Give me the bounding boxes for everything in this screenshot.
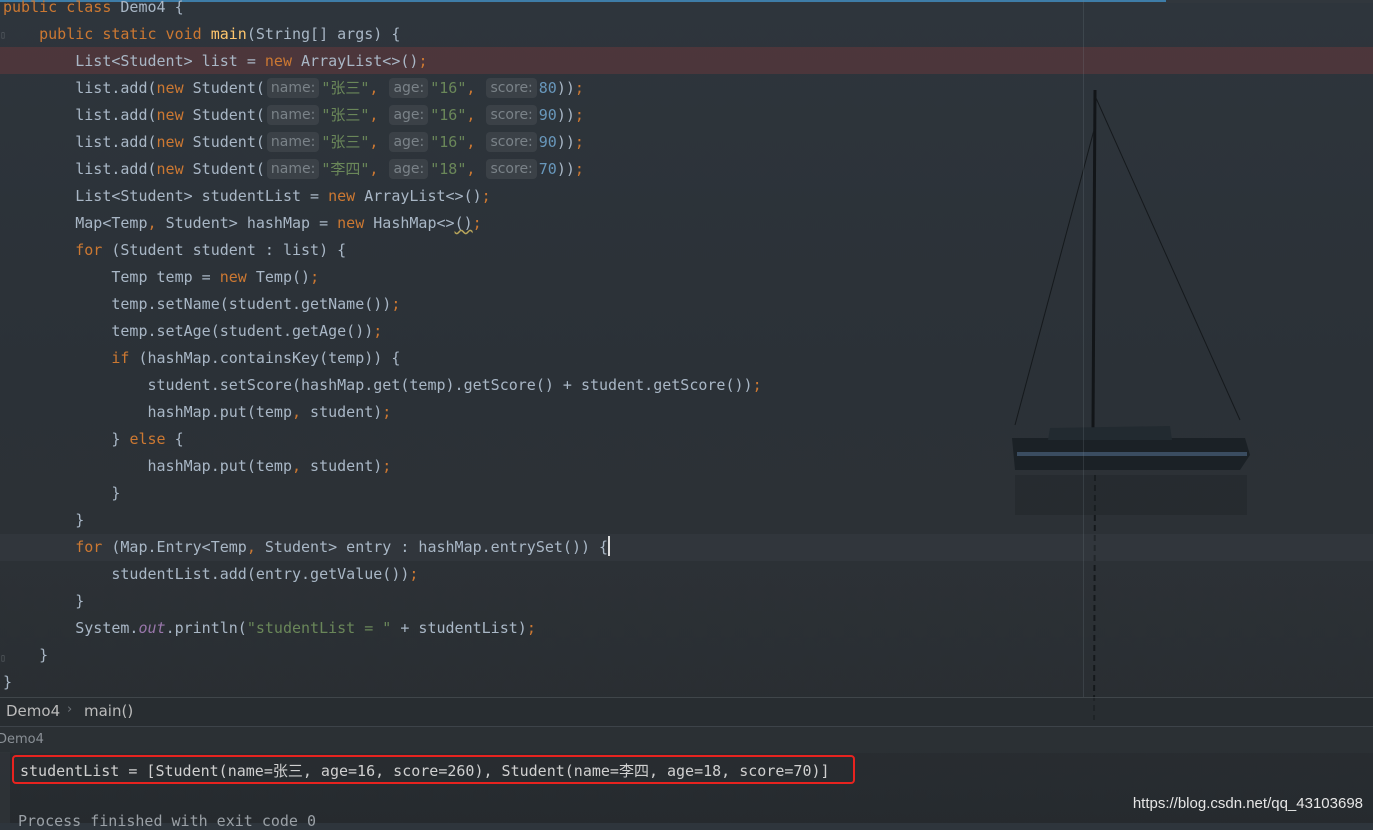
code-line: studentList.add(entry.getValue());	[3, 565, 419, 583]
code-line: for (Map.Entry<Temp, Student> entry : ha…	[75, 536, 611, 556]
watermark: https://blog.csdn.net/qq_43103698	[1132, 795, 1363, 812]
code-line: for (Student student : list) {	[75, 241, 347, 259]
console-gutter	[0, 752, 10, 823]
code-line: }	[3, 511, 85, 529]
param-hint-age: age:	[389, 132, 429, 152]
param-hint-score: score:	[486, 78, 537, 98]
param-hint-name: name:	[266, 132, 320, 152]
code-line: Temp temp = new Temp();	[3, 268, 320, 286]
code-line: List<Student> studentList = new ArrayLis…	[3, 187, 491, 205]
code-line: list.add(new Student(name: "张三", age: "16"…	[3, 105, 584, 125]
code-line: if (hashMap.containsKey(temp)) {	[111, 349, 401, 367]
param-hint-name: name:	[266, 105, 320, 125]
param-hint-age: age:	[389, 78, 429, 98]
breadcrumb-method[interactable]: main()	[84, 702, 133, 720]
code-line: }	[3, 592, 85, 610]
code-line: student.setScore(hashMap.get(temp).getSc…	[3, 376, 762, 394]
code-line: }	[3, 484, 121, 502]
code-line: Map<Temp, Student> hashMap = new HashMap…	[3, 214, 482, 232]
code-line: } else {	[3, 430, 184, 448]
console-output-line: studentList = [Student(name=张三, age=16, …	[20, 762, 830, 780]
code-line: public static void main(String[] args) {	[39, 25, 401, 43]
code-line: }	[3, 673, 13, 691]
param-hint-score: score:	[486, 105, 537, 125]
param-hint-score: score:	[486, 132, 537, 152]
breadcrumb-class[interactable]: Demo4	[6, 702, 60, 720]
code-line: }	[3, 646, 49, 664]
chevron-right-icon: ›	[67, 702, 73, 717]
param-hint-age: age:	[389, 159, 429, 179]
code-line: hashMap.put(temp, student);	[3, 403, 392, 421]
param-hint-name: name:	[266, 78, 320, 98]
code-line: list.add(new Student(name: "李四", age: "18"…	[3, 159, 584, 179]
highlight-box: studentList = [Student(name=张三, age=16, …	[12, 755, 855, 784]
code-line: list.add(new Student(name: "张三", age: "16"…	[3, 132, 584, 152]
text-caret	[608, 536, 611, 556]
code-line: temp.setAge(student.getAge());	[3, 322, 383, 340]
console-output[interactable]: studentList = [Student(name=张三, age=16, …	[0, 752, 1373, 830]
breadcrumb: Demo4 › main()	[0, 697, 1373, 726]
code-line: public class Demo4 {	[3, 0, 184, 16]
right-margin-guide	[1083, 0, 1084, 697]
code-text[interactable]: public class Demo4 { public static void …	[3, 0, 762, 696]
code-line: temp.setName(student.getName());	[3, 295, 401, 313]
code-line: System.out.println("studentList = " + st…	[3, 619, 536, 637]
param-hint-age: age:	[389, 105, 429, 125]
param-hint-score: score:	[486, 159, 537, 179]
code-line: list.add(new Student(name: "张三", age: "16"…	[3, 78, 584, 98]
console-exit-line: Process finished with exit code 0	[18, 812, 317, 830]
run-tab-label[interactable]: Demo4	[0, 732, 44, 747]
code-line: List<Student> list = new ArrayList<>();	[3, 52, 428, 70]
run-panel-header: Demo4	[0, 726, 1373, 753]
code-editor[interactable]: ▯ ▯ public class Demo4 { public static v…	[0, 0, 1373, 697]
code-line: hashMap.put(temp, student);	[3, 457, 392, 475]
param-hint-name: name:	[266, 159, 320, 179]
